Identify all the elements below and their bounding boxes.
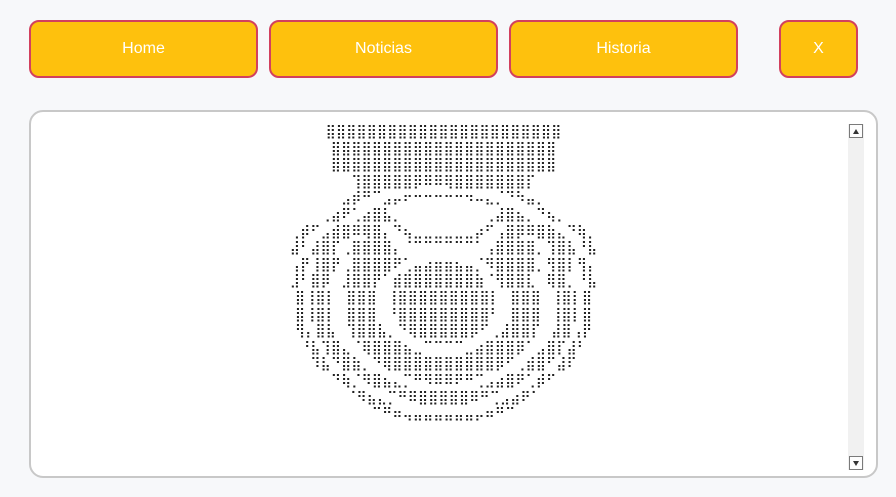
news-button[interactable]: Noticias <box>269 20 498 78</box>
content-panel: ⣿⣿⣿⣿⣿⣿⣿⣿⣿⣿⣿⣿⣿⣿⣿⣿⣿⣿⣿⣿⣿⣿⣿ ⣿⣿⣿⣿⣿⣿⣿⣿⣿⣿⣿⣿⣿⣿⣿⣿… <box>29 110 878 478</box>
ascii-art: ⣿⣿⣿⣿⣿⣿⣿⣿⣿⣿⣿⣿⣿⣿⣿⣿⣿⣿⣿⣿⣿⣿⣿ ⣿⣿⣿⣿⣿⣿⣿⣿⣿⣿⣿⣿⣿⣿⣿⣿… <box>289 124 598 423</box>
close-button[interactable]: X <box>779 20 858 78</box>
history-button[interactable]: Historia <box>509 20 738 78</box>
scroll-down-button[interactable] <box>849 456 863 470</box>
arrow-up-icon <box>853 128 859 134</box>
scroll-up-button[interactable] <box>849 124 863 138</box>
arrow-down-icon <box>853 460 859 466</box>
vertical-scrollbar[interactable] <box>848 124 864 470</box>
home-button[interactable]: Home <box>29 20 258 78</box>
